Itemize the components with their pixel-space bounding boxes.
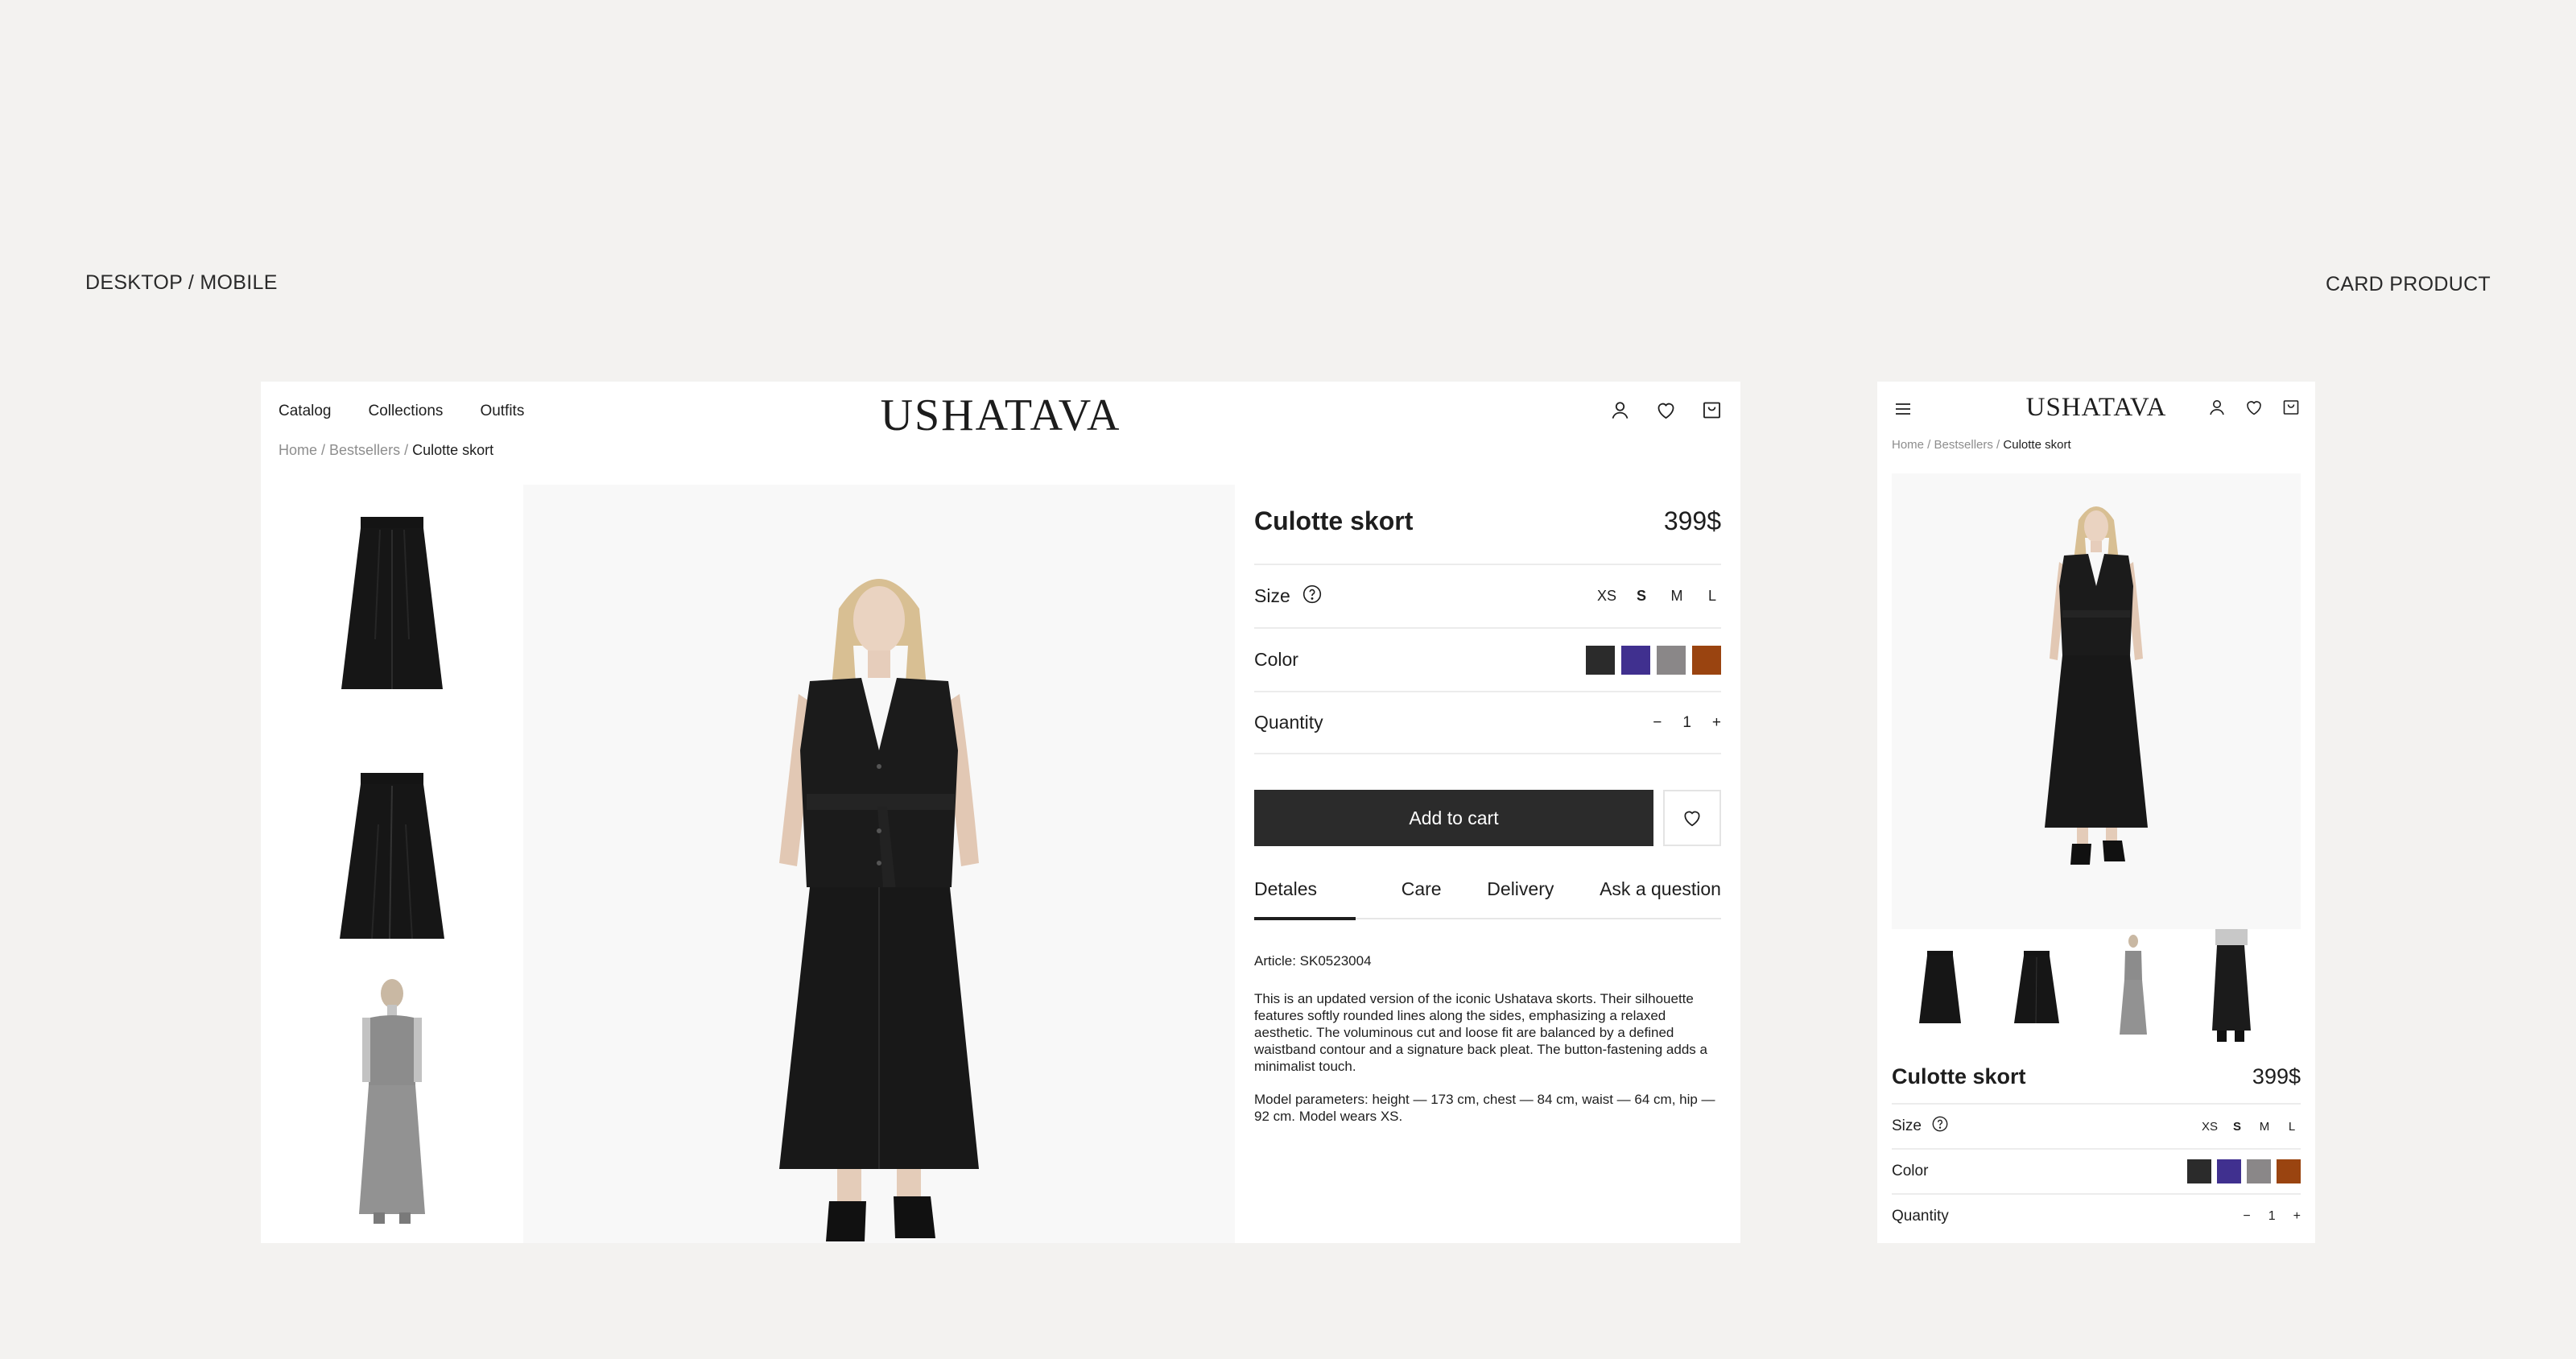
color-swatch-violet[interactable] [2217,1159,2241,1183]
bag-icon[interactable] [1701,399,1723,421]
size-option-selected[interactable]: S [1633,588,1650,605]
quantity-label: Quantity [1892,1208,1949,1225]
product-price: 399$ [2252,1064,2301,1088]
mobile-thumbnail-strip [1892,929,2315,1047]
breadcrumb-bestsellers[interactable]: Bestsellers [1934,438,1993,452]
quantity-increase-button[interactable]: + [1712,714,1721,732]
question-icon[interactable] [1931,1115,1949,1138]
size-label: Size [1254,585,1290,606]
breadcrumb-separator: / [1992,438,2004,452]
tab-details[interactable]: Detales [1254,867,1356,920]
brand-logo[interactable]: USHATAVA [261,390,1740,441]
heart-icon[interactable] [1655,399,1677,421]
thumbnail-model[interactable] [2085,929,2182,1047]
size-label: Size [1892,1117,1922,1134]
user-icon[interactable] [1609,399,1631,421]
thumbnail-back[interactable] [1988,929,2085,1047]
caption-platforms: DESKTOP / MOBILE [85,271,278,294]
color-row: Color [1892,1148,2301,1193]
mobile-header: USHATAVA [1877,382,2315,438]
desktop-frame: Catalog Collections Outfits USHATAVA Hom… [261,382,1740,1243]
thumbnail-side[interactable] [2278,929,2315,1047]
quantity-decrease-button[interactable]: − [1653,714,1662,732]
mobile-frame: USHATAVA Home / Bestsellers / Culotte sk… [1877,382,2315,1243]
heart-icon[interactable] [2244,398,2264,417]
color-swatch-brown[interactable] [2277,1159,2301,1183]
add-to-cart-button[interactable]: Add to cart [1254,790,1653,846]
product-info: Culotte skort 399$ Size XS S M L Color Q… [1254,485,1721,1125]
bag-icon[interactable] [2281,398,2301,417]
quantity-increase-button[interactable]: + [2293,1209,2301,1224]
thumbnail-model[interactable] [261,973,523,1230]
breadcrumb-bestsellers[interactable]: Bestsellers [329,442,400,458]
quantity-value: 1 [2268,1209,2276,1223]
product-description: This is an updated version of the iconic… [1254,991,1707,1074]
main-product-image[interactable] [523,485,1235,1243]
breadcrumb-separator: / [1924,438,1934,452]
tab-ask-question[interactable]: Ask a question [1600,867,1721,918]
color-label: Color [1892,1163,1929,1179]
question-icon[interactable] [1302,584,1323,609]
color-swatch-grey[interactable] [1657,645,1686,675]
breadcrumb-home[interactable]: Home [1892,438,1924,452]
quantity-decrease-button[interactable]: − [2243,1209,2250,1224]
size-selector: XS S M L [2201,1120,2301,1134]
heart-icon [1684,811,1700,827]
thumbnail-front[interactable] [1892,929,1988,1047]
quantity-label: Quantity [1254,712,1323,733]
breadcrumb: Home / Bestsellers / Culotte skort [279,442,493,459]
breadcrumb-separator: / [400,442,413,458]
size-option[interactable]: XS [2201,1120,2219,1134]
size-row: Size XS S M L [1892,1103,2301,1148]
product-price: 399$ [1663,506,1721,535]
quantity-value: 1 [1682,713,1691,731]
header-actions [2207,398,2301,417]
thumbnail-front[interactable] [261,510,523,704]
thumbnail-back[interactable] [261,760,523,953]
size-row: Size XS S M L [1254,564,1721,627]
details-tabs: Detales Care Delivery Ask a question [1254,867,1721,920]
quantity-stepper: − 1 + [1653,714,1721,732]
size-selector: XS S M L [1597,588,1721,605]
breadcrumb-separator: / [317,442,330,458]
user-icon[interactable] [2207,398,2227,417]
size-option[interactable]: M [1668,588,1686,605]
product-title: Culotte skort [1892,1064,2026,1088]
add-to-wishlist-button[interactable] [1663,790,1721,846]
thumbnail-detail[interactable] [2182,929,2278,1047]
model-parameters: Model parameters: height — 173 cm, chest… [1254,1092,1715,1124]
color-selector [1586,645,1721,675]
size-option[interactable]: M [2256,1120,2273,1134]
size-option[interactable]: L [2283,1120,2301,1134]
mobile-product-info: Culotte skort 399$ Size XS S M L Color Q… [1892,1050,2301,1238]
color-selector [2187,1159,2301,1183]
color-row: Color [1254,627,1721,691]
color-swatch-grey[interactable] [2247,1159,2271,1183]
header-actions [1609,399,1723,421]
quantity-stepper: − 1 + [2243,1209,2301,1224]
size-option[interactable]: XS [1597,588,1616,605]
tab-delivery[interactable]: Delivery [1487,867,1554,918]
color-swatch-black[interactable] [2187,1159,2211,1183]
breadcrumb-current: Culotte skort [2003,438,2071,452]
size-option-selected[interactable]: S [2228,1120,2246,1134]
breadcrumb-current: Culotte skort [412,442,494,458]
quantity-row: Quantity − 1 + [1254,691,1721,754]
breadcrumb: Home / Bestsellers / Culotte skort [1892,438,2071,452]
quantity-row: Quantity − 1 + [1892,1193,2301,1238]
main-product-image[interactable] [1892,473,2301,929]
tab-care[interactable]: Care [1402,867,1442,918]
color-label: Color [1254,649,1298,670]
size-option[interactable]: L [1703,588,1721,605]
product-title: Culotte skort [1254,506,1414,535]
color-swatch-black[interactable] [1586,645,1615,675]
color-swatch-brown[interactable] [1692,645,1721,675]
caption-card-product: CARD PRODUCT [2326,273,2491,295]
article-number: Article: SK0523004 [1254,953,1372,969]
breadcrumb-home[interactable]: Home [279,442,317,458]
color-swatch-violet[interactable] [1621,645,1650,675]
